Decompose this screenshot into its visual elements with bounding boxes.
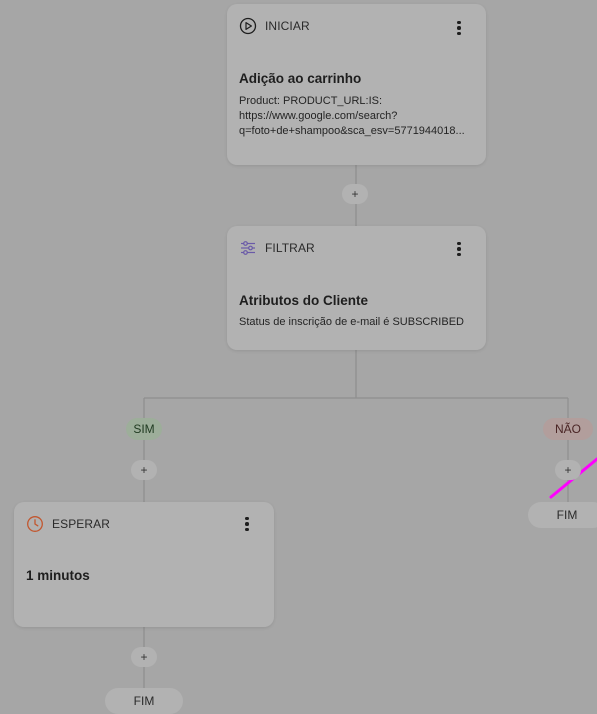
filter-node-title: Atributos do Cliente bbox=[239, 293, 368, 308]
start-node-line-1: Product: PRODUCT_URL:IS: bbox=[239, 95, 383, 107]
filter-node-menu-button[interactable] bbox=[452, 239, 466, 259]
wait-node-duration: 1 minutos bbox=[26, 568, 90, 583]
sliders-icon bbox=[239, 239, 257, 257]
clock-icon bbox=[26, 515, 44, 533]
wait-node-type: ESPERAR bbox=[52, 517, 111, 531]
filter-node-card[interactable]: FILTRAR Atributos do Cliente Status de i… bbox=[227, 226, 486, 350]
start-node-title: Adição ao carrinho bbox=[239, 71, 362, 86]
end-node-no-branch: FIM bbox=[528, 502, 597, 528]
end-node-yes-branch: FIM bbox=[105, 688, 183, 714]
add-step-no-button[interactable]: + bbox=[555, 460, 581, 480]
start-node-menu-button[interactable] bbox=[452, 18, 466, 38]
add-step-after-wait-button[interactable]: + bbox=[131, 647, 157, 667]
branch-yes-badge: SIM bbox=[126, 418, 162, 440]
start-node-line-3: q=foto+de+shampoo&sca_esv=5771944018... bbox=[239, 125, 465, 137]
play-circle-icon bbox=[239, 17, 257, 35]
add-step-yes-button[interactable]: + bbox=[131, 460, 157, 480]
add-step-button[interactable]: + bbox=[342, 184, 368, 204]
filter-node-condition: Status de inscrição de e-mail é SUBSCRIB… bbox=[239, 316, 464, 328]
wait-node-menu-button[interactable] bbox=[240, 514, 254, 534]
start-node-line-2: https://www.google.com/search? bbox=[239, 110, 398, 122]
start-node-card[interactable]: INICIAR Adição ao carrinho Product: PROD… bbox=[227, 4, 486, 165]
branch-no-badge: NÃO bbox=[543, 418, 593, 440]
filter-node-type: FILTRAR bbox=[265, 241, 315, 255]
start-node-type: INICIAR bbox=[265, 19, 310, 33]
wait-node-card[interactable]: ESPERAR 1 minutos bbox=[14, 502, 274, 627]
